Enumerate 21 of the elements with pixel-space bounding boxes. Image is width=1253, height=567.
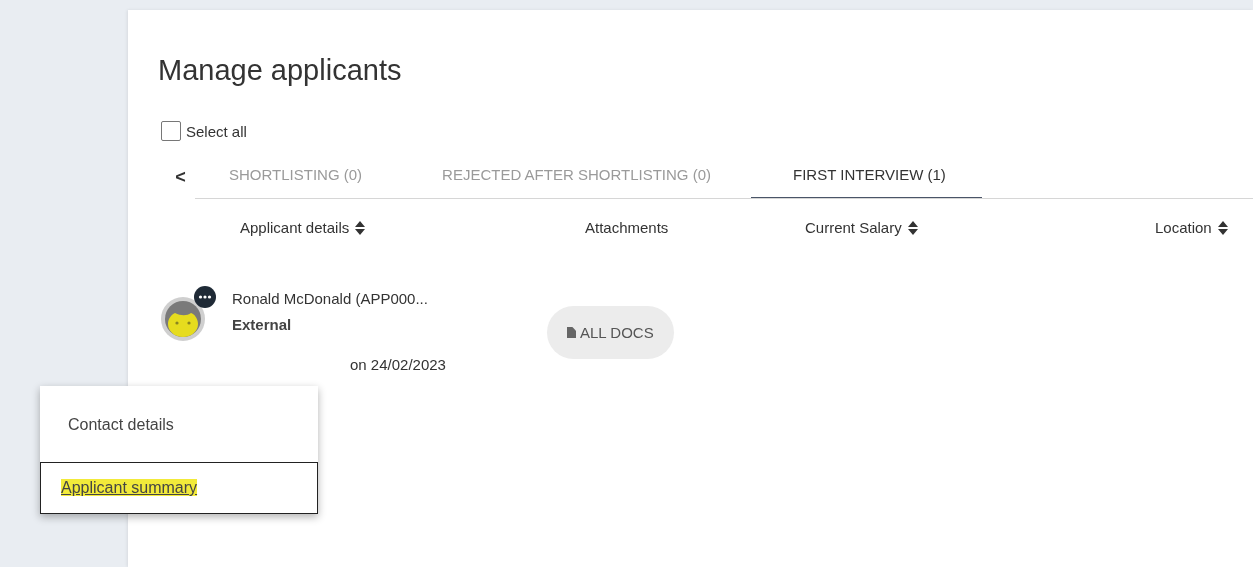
column-header: Attachments <box>585 219 669 236</box>
sort-icon[interactable] <box>907 220 918 235</box>
column-header[interactable]: Applicant details <box>240 219 350 236</box>
tab[interactable]: FIRST INTERVIEW (1) <box>751 155 982 198</box>
menu-item[interactable]: Contact details <box>40 386 318 462</box>
page-title: Manage applicants <box>158 54 403 87</box>
column-header[interactable]: Current Salary <box>805 219 902 236</box>
sort-icon[interactable] <box>355 220 366 235</box>
column-header[interactable]: Location <box>1155 219 1212 236</box>
checkbox[interactable] <box>161 121 181 141</box>
previous-tab-button[interactable]: < <box>158 155 195 199</box>
menu-item[interactable]: Applicant summary <box>40 462 318 514</box>
all-docs-button[interactable]: ALL DOCS <box>547 306 674 359</box>
more-icon[interactable] <box>194 286 216 308</box>
select-all-label[interactable]: Select all <box>186 122 247 140</box>
avatar-icon <box>160 296 206 342</box>
applicant-type: External <box>232 315 293 335</box>
applicant-name: Ronald McDonald (APP000... <box>232 289 429 309</box>
sort-icon[interactable] <box>1217 220 1228 235</box>
applicant-date: on 24/02/2023 <box>350 355 447 375</box>
document-icon <box>567 327 576 338</box>
